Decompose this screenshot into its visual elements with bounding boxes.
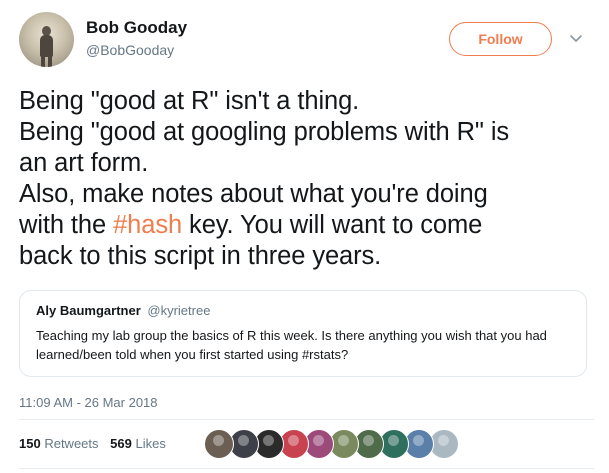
tweet-line: with the #hash key. You will want to com…: [19, 210, 594, 241]
retweets-stat[interactable]: 150 Retweets: [19, 436, 99, 451]
quoted-tweet-header: Aly Baumgartner @kyrietree: [36, 303, 210, 318]
quoted-author-name: Aly Baumgartner: [36, 303, 141, 318]
tweet-line: back to this script in three years.: [19, 242, 382, 270]
user-avatar[interactable]: [19, 12, 74, 67]
avatar-figure-leg: [41, 55, 45, 67]
quoted-tweet-card[interactable]: Aly Baumgartner @kyrietree Teaching my l…: [19, 290, 587, 377]
author-name[interactable]: Bob Gooday: [86, 18, 187, 38]
tweet-line: Also, make notes about what you're doing: [19, 180, 488, 208]
quoted-tweet-text: Teaching my lab group the basics of R th…: [36, 328, 547, 362]
tweet-stats: 150 Retweets 569 Likes: [19, 436, 166, 451]
hashtag-link[interactable]: #hash: [113, 211, 182, 239]
tweet-line-segment: key. You will want to come: [182, 211, 483, 239]
tweet-line: an art form.: [19, 149, 149, 177]
tweet-header: Bob Gooday @BobGooday Follow: [19, 12, 594, 67]
divider: [19, 419, 594, 420]
liker-avatar-1[interactable]: [204, 429, 234, 459]
divider: [19, 468, 594, 469]
follow-button[interactable]: Follow: [449, 22, 552, 56]
retweets-count: 150: [19, 436, 41, 451]
likes-stat[interactable]: 569 Likes: [110, 436, 166, 451]
tweet-text: Being "good at R" isn't a thing. Being "…: [19, 86, 594, 272]
chevron-down-icon[interactable]: [568, 30, 584, 46]
avatar-figure-body: [40, 35, 53, 57]
tweet-line-segment: with the: [19, 211, 114, 239]
author-handle[interactable]: @BobGooday: [86, 42, 174, 58]
tweet-timestamp[interactable]: 11:09 AM - 26 Mar 2018: [19, 395, 158, 410]
tweet-line: Being "good at googling problems with R"…: [19, 118, 510, 146]
likes-label: Likes: [135, 436, 166, 451]
retweets-label: Retweets: [44, 436, 99, 451]
avatar-figure-leg: [48, 55, 52, 67]
quoted-author-handle: @kyrietree: [147, 303, 211, 318]
likes-count: 569: [110, 436, 132, 451]
tweet-line: Being "good at R" isn't a thing.: [19, 87, 360, 115]
